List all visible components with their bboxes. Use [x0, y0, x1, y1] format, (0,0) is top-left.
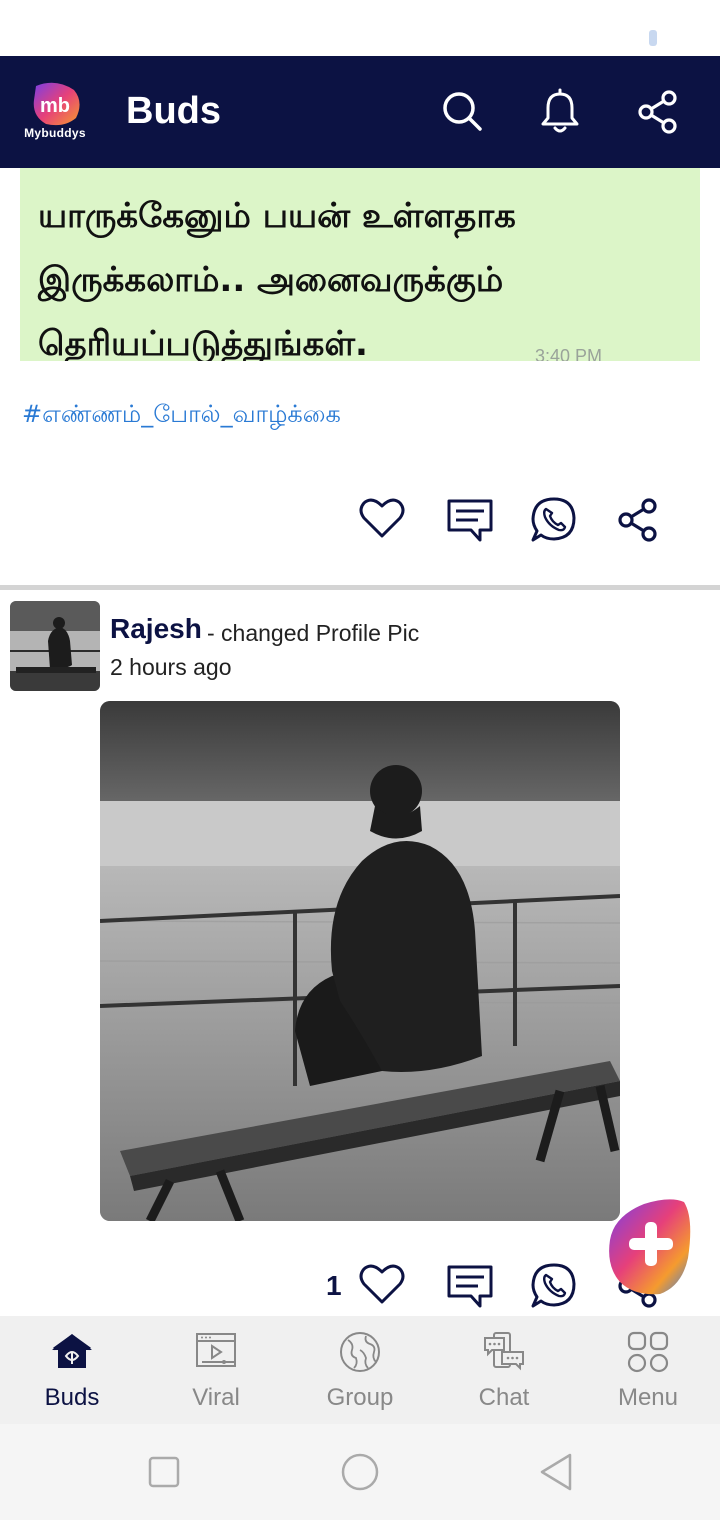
whatsapp-icon[interactable]	[528, 494, 580, 546]
comment-icon[interactable]	[444, 1260, 496, 1312]
heart-icon[interactable]	[356, 1258, 408, 1310]
nav-label: Menu	[617, 1384, 679, 1411]
avatar-image	[10, 601, 100, 691]
quote-line: இருக்கலாம்.. அனைவருக்கும்	[38, 260, 504, 300]
nav-label: Viral	[192, 1384, 240, 1411]
quote-line: தெரியப்படுத்துங்கள்.	[38, 324, 368, 361]
like-count: 1	[326, 1270, 342, 1301]
nav-item-viral[interactable]: Viral	[144, 1316, 288, 1424]
back-button[interactable]	[538, 1452, 574, 1492]
grid-icon	[627, 1331, 669, 1373]
search-icon[interactable]	[436, 86, 488, 138]
recents-button[interactable]	[148, 1456, 180, 1488]
comment-icon[interactable]	[444, 494, 496, 546]
hashtag-link[interactable]: #எண்ணம்_போல்_வாழ்க்கை	[22, 400, 341, 431]
share-icon[interactable]	[612, 494, 664, 546]
post-author[interactable]: Rajesh	[110, 613, 202, 645]
post-timestamp: 2 hours ago	[110, 654, 232, 680]
post-action-text: - changed Profile Pic	[207, 620, 420, 646]
bell-icon[interactable]	[534, 86, 586, 138]
quote-line: யாருக்கேனும் பயன் உள்ளதாக	[38, 196, 516, 236]
video-icon	[196, 1333, 236, 1367]
nav-item-chat[interactable]: Chat	[432, 1316, 576, 1424]
share-icon[interactable]	[632, 86, 684, 138]
quote-timestamp: 3:40 PM	[535, 346, 603, 361]
add-post-button[interactable]	[604, 1196, 696, 1296]
globe-icon	[340, 1332, 380, 1372]
avatar[interactable]	[10, 601, 100, 691]
home-button[interactable]	[340, 1452, 380, 1492]
status-indicator	[649, 30, 657, 46]
quote-image[interactable]: யாருக்கேனும் பயன் உள்ளதாக இருக்கலாம்.. அ…	[20, 168, 700, 361]
nav-item-menu[interactable]: Menu	[576, 1316, 720, 1424]
nav-item-buds[interactable]: Buds	[0, 1316, 144, 1424]
bottom-nav: Buds Viral Group Chat Menu	[0, 1316, 720, 1424]
system-nav-bar	[0, 1424, 720, 1520]
post-divider	[0, 585, 720, 590]
logo-text: Mybuddys	[24, 126, 86, 140]
whatsapp-icon[interactable]	[528, 1260, 580, 1312]
status-bar	[0, 0, 720, 56]
home-icon	[52, 1334, 92, 1368]
chat-icon	[484, 1332, 524, 1371]
heart-icon[interactable]	[356, 492, 408, 544]
post-image[interactable]	[100, 701, 620, 1221]
nav-label: Chat	[478, 1384, 530, 1411]
logo-initials: mb	[40, 95, 70, 117]
nav-item-group[interactable]: Group	[288, 1316, 432, 1424]
post-photo	[100, 701, 620, 1221]
app-header	[0, 56, 720, 168]
nav-label: Buds	[44, 1384, 100, 1411]
nav-label: Group	[326, 1384, 394, 1411]
page-title: Buds	[126, 90, 221, 132]
